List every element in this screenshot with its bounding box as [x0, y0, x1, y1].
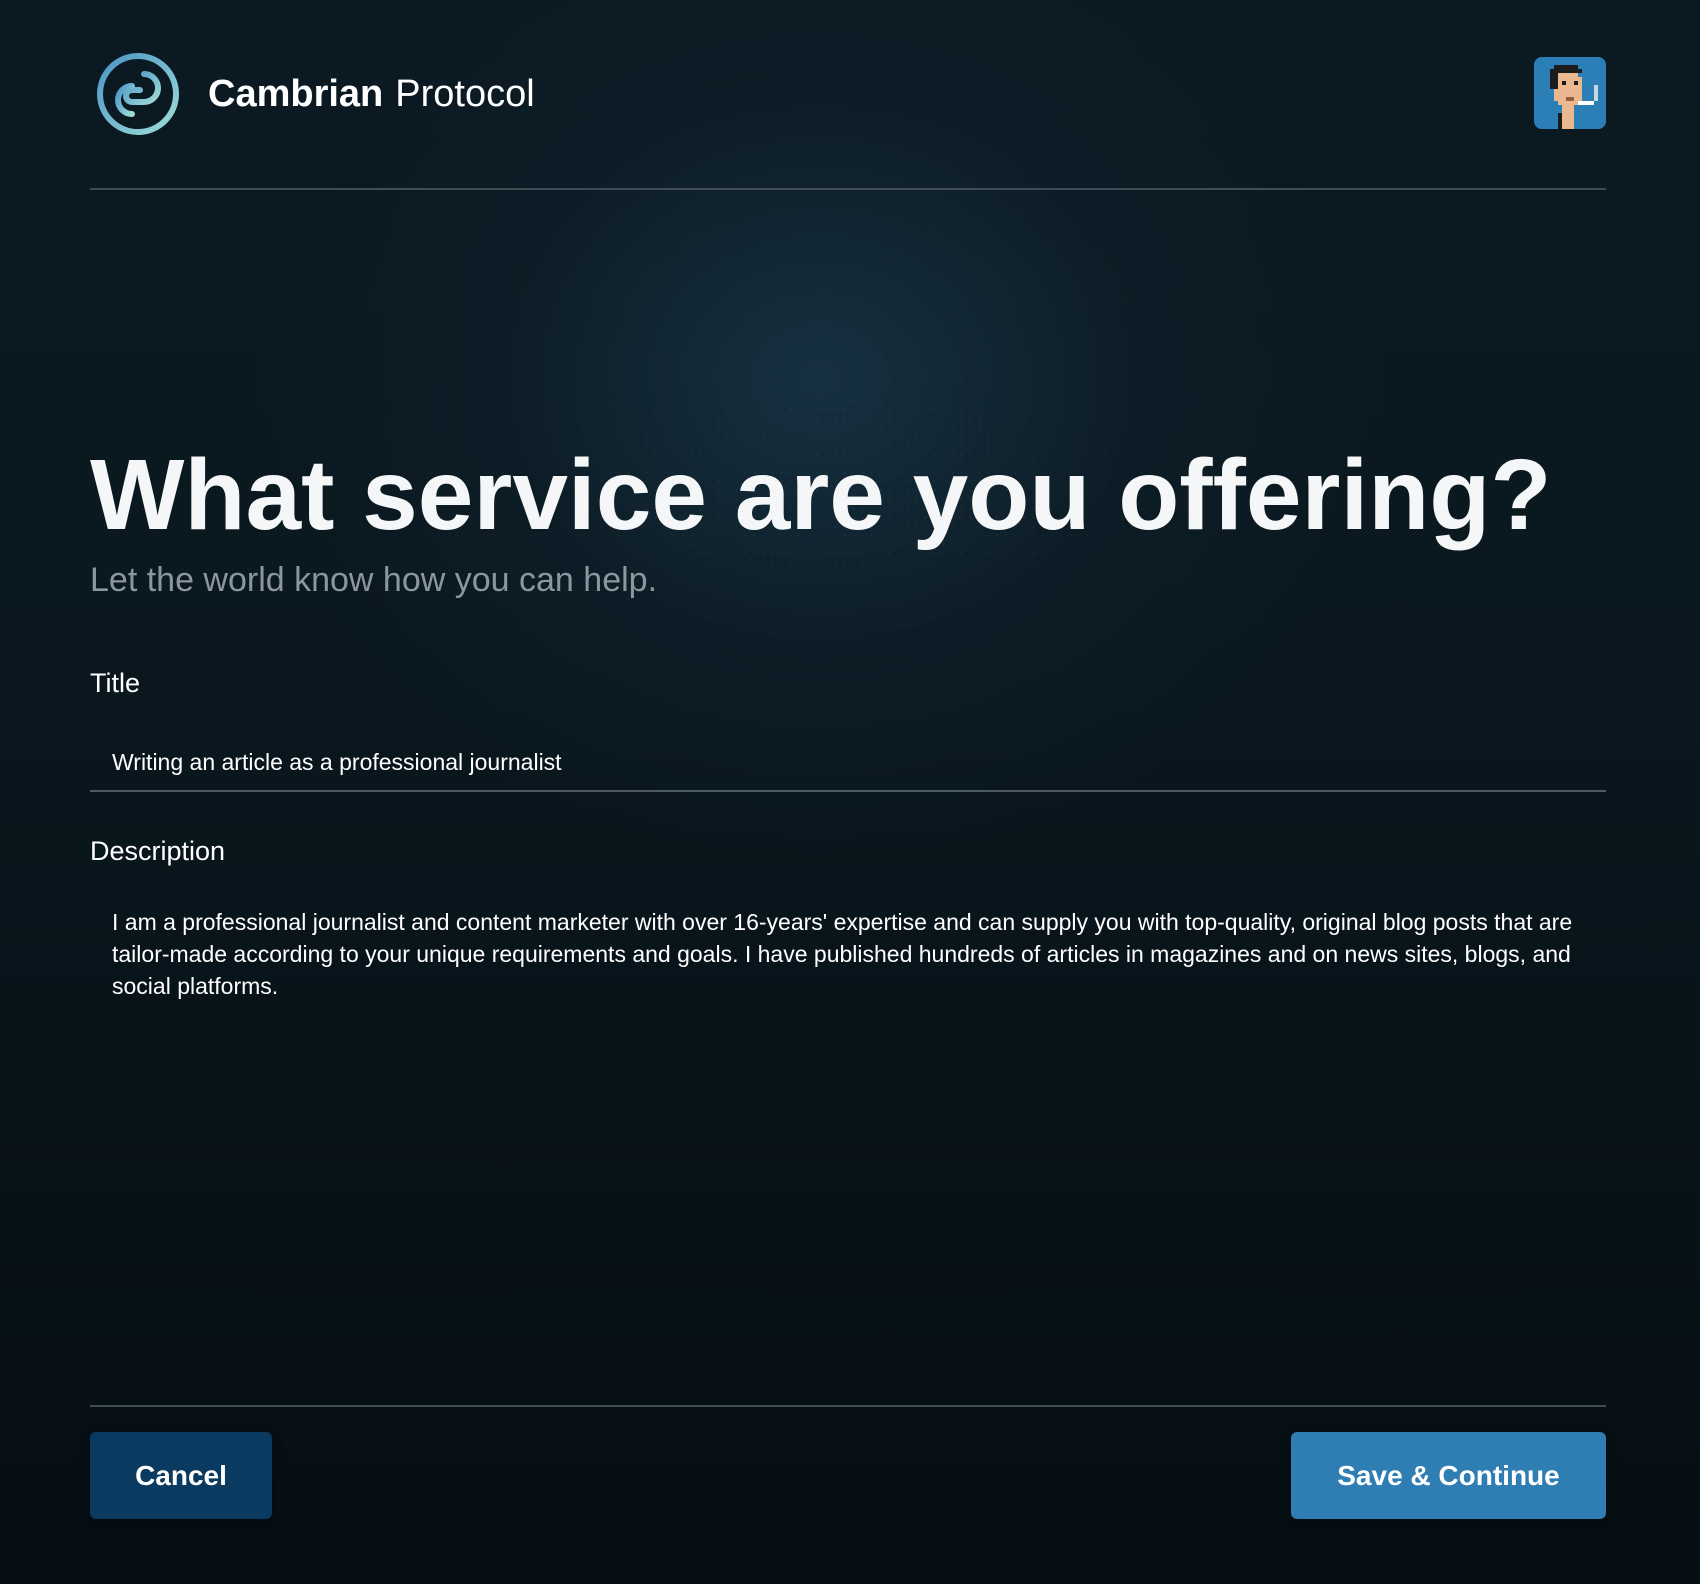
user-avatar[interactable]: [1534, 57, 1606, 129]
cancel-button[interactable]: Cancel: [90, 1432, 272, 1519]
top-bar: Cambrian Protocol: [90, 48, 1606, 140]
page-subtitle: Let the world know how you can help.: [90, 561, 658, 599]
cambrian-logo-icon: [97, 53, 179, 135]
description-textarea[interactable]: I am a professional journalist and conte…: [90, 902, 1606, 1372]
brand[interactable]: Cambrian Protocol: [94, 48, 535, 140]
title-field-label: Title: [90, 668, 141, 698]
footer-divider: [90, 1405, 1606, 1407]
page-container: Cambrian Protocol What service are you o…: [90, 0, 1606, 1584]
page-title: What service are you offering?: [90, 439, 1552, 551]
brand-name: Cambrian Protocol: [208, 73, 535, 116]
header-divider: [90, 188, 1606, 190]
brand-name-primary: Cambrian: [208, 72, 384, 115]
pixel-avatar-icon: [1534, 57, 1606, 129]
title-input[interactable]: [90, 734, 1606, 792]
save-continue-button[interactable]: Save & Continue: [1291, 1432, 1606, 1519]
description-field-label: Description: [90, 836, 226, 866]
brand-name-secondary: Protocol: [395, 72, 535, 115]
